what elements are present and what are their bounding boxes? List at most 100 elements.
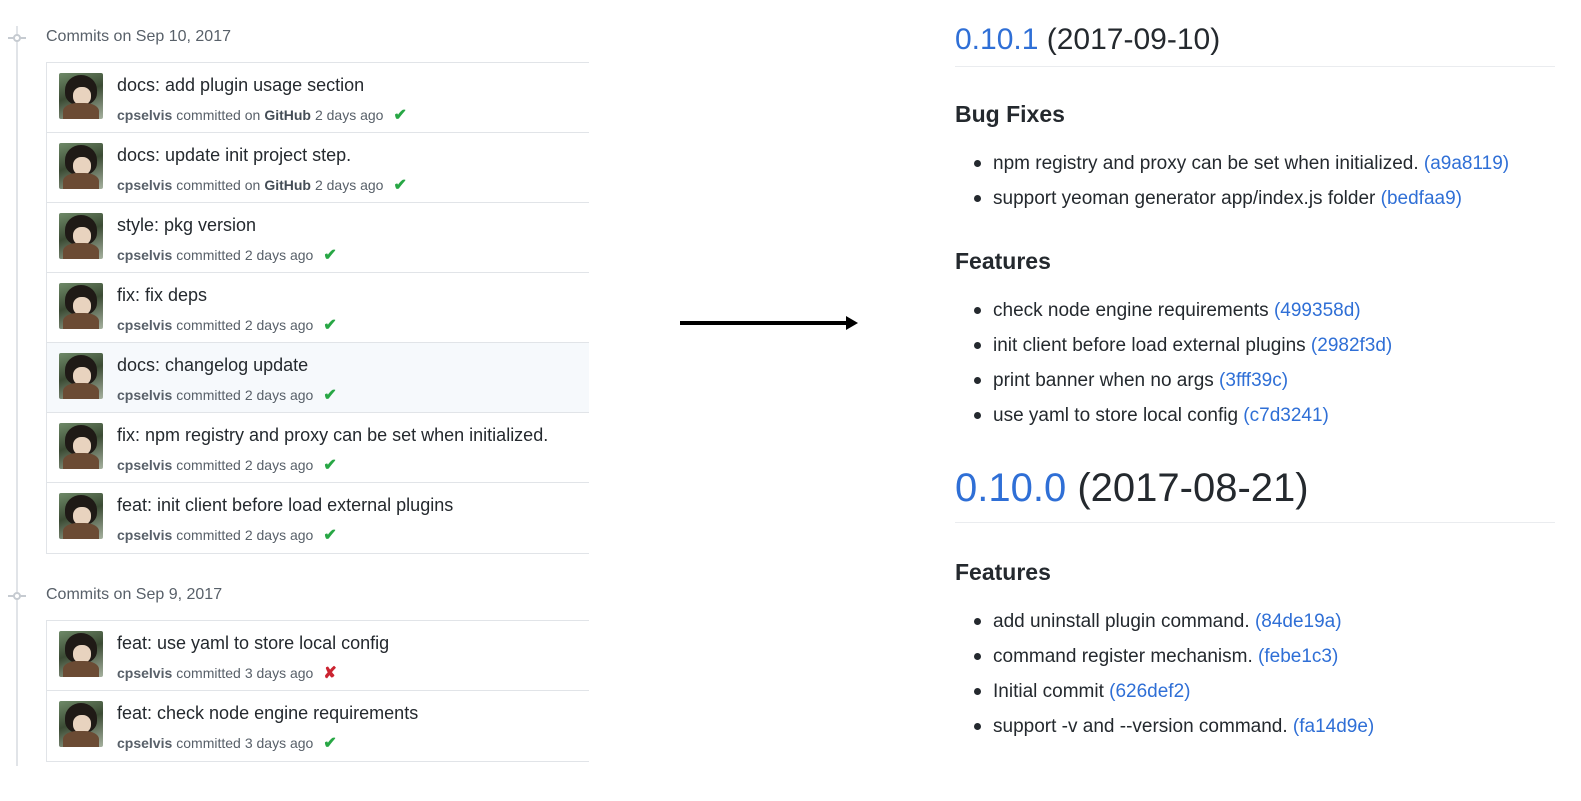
commit-row[interactable]: feat: use yaml to store local config cps…	[47, 621, 589, 691]
commit-row[interactable]: fix: npm registry and proxy can be set w…	[47, 413, 589, 483]
commit-row[interactable]: docs: add plugin usage section cpselvis …	[47, 63, 589, 133]
commit-hash-link[interactable]: (626def2)	[1109, 681, 1190, 702]
commit-row[interactable]: feat: check node engine requirements cps…	[47, 691, 589, 761]
commit-action: committed on	[176, 177, 261, 193]
changelog-entry: print banner when no args (3fff39c)	[955, 363, 1392, 398]
commit-message-link[interactable]: docs: changelog update	[117, 355, 308, 376]
commit-author-link[interactable]: cpselvis	[117, 387, 172, 403]
commit-row[interactable]: feat: init client before load external p…	[47, 483, 589, 553]
commit-hash-link[interactable]: (fa14d9e)	[1293, 716, 1374, 737]
commit-message-link[interactable]: feat: check node engine requirements	[117, 703, 418, 724]
entry-text: add uninstall plugin command.	[993, 611, 1255, 632]
commit-list: feat: use yaml to store local config cps…	[46, 620, 589, 762]
changelog-entry: add uninstall plugin command. (84de19a)	[955, 604, 1374, 639]
commit-author-link[interactable]: cpselvis	[117, 527, 172, 543]
commit-time: 3 days ago	[244, 735, 314, 751]
commit-action: committed	[176, 317, 241, 333]
status-check-icon[interactable]: ✔	[323, 245, 336, 265]
release-date: (2017-09-10)	[1038, 23, 1221, 56]
commit-time: 2 days ago	[314, 107, 384, 123]
changelog-entry: use yaml to store local config (c7d3241)	[955, 398, 1392, 433]
entry-text: support yeoman generator app/index.js fo…	[993, 188, 1381, 209]
commit-hash-link[interactable]: (499358d)	[1274, 300, 1361, 321]
status-check-icon[interactable]: ✔	[323, 455, 336, 475]
entry-text: init client before load external plugins	[993, 335, 1311, 356]
entry-text: npm registry and proxy can be set when i…	[993, 153, 1424, 174]
release-version-link[interactable]: 0.10.1	[955, 23, 1038, 56]
avatar[interactable]	[59, 493, 103, 539]
commit-group-header: Commits on Sep 9, 2017	[0, 582, 600, 610]
commit-time: 2 days ago	[244, 457, 314, 473]
changelog-entry: check node engine requirements (499358d)	[955, 293, 1392, 328]
section-heading: Bug Fixes	[955, 101, 1065, 127]
commit-meta: cpselvis committed on GitHub 2 days ago …	[117, 105, 407, 125]
commit-row[interactable]: docs: update init project step. cpselvis…	[47, 133, 589, 203]
release-version-link[interactable]: 0.10.0	[955, 466, 1066, 510]
status-fail-icon[interactable]: ✘	[323, 663, 336, 683]
status-check-icon[interactable]: ✔	[323, 315, 336, 335]
commit-meta: cpselvis committed 2 days ago ✔	[117, 455, 337, 475]
avatar[interactable]	[59, 283, 103, 329]
commit-hash-link[interactable]: (2982f3d)	[1311, 335, 1392, 356]
commit-group-header: Commits on Sep 10, 2017	[0, 24, 600, 52]
status-check-icon[interactable]: ✔	[393, 105, 406, 125]
commit-hash-link[interactable]: (84de19a)	[1255, 611, 1342, 632]
changelog-entry: Initial commit (626def2)	[955, 674, 1374, 709]
right-arrow-icon	[680, 316, 860, 330]
changelog-entry: init client before load external plugins…	[955, 328, 1392, 363]
commit-hash-link[interactable]: (c7d3241)	[1243, 405, 1329, 426]
commit-row[interactable]: fix: fix deps cpselvis committed 2 days …	[47, 273, 589, 343]
commit-author-link[interactable]: cpselvis	[117, 457, 172, 473]
status-check-icon[interactable]: ✔	[323, 733, 336, 753]
commit-message-link[interactable]: fix: fix deps	[117, 285, 207, 306]
commit-meta: cpselvis committed 2 days ago ✔	[117, 315, 337, 335]
commit-message-link[interactable]: fix: npm registry and proxy can be set w…	[117, 425, 548, 446]
commit-meta: cpselvis committed 2 days ago ✔	[117, 245, 337, 265]
entry-list: check node engine requirements (499358d)…	[955, 293, 1392, 433]
commit-hash-link[interactable]: (febe1c3)	[1258, 646, 1338, 667]
commit-author-link[interactable]: cpselvis	[117, 247, 172, 263]
status-check-icon[interactable]: ✔	[323, 525, 336, 545]
commit-message-link[interactable]: style: pkg version	[117, 215, 256, 236]
commit-author-link[interactable]: cpselvis	[117, 317, 172, 333]
release-heading: 0.10.1 (2017-09-10)	[955, 0, 1555, 67]
changelog-entry: command register mechanism. (febe1c3)	[955, 639, 1374, 674]
avatar[interactable]	[59, 213, 103, 259]
commit-author-link[interactable]: cpselvis	[117, 177, 172, 193]
avatar[interactable]	[59, 143, 103, 189]
changelog-entry: npm registry and proxy can be set when i…	[955, 146, 1509, 181]
status-check-icon[interactable]: ✔	[323, 385, 336, 405]
entry-text: use yaml to store local config	[993, 405, 1244, 426]
commit-row[interactable]: docs: changelog update cpselvis committe…	[47, 343, 589, 413]
commit-meta: cpselvis committed 3 days ago ✘	[117, 663, 337, 683]
commit-hash-link[interactable]: (3fff39c)	[1219, 370, 1288, 391]
commit-author-link[interactable]: cpselvis	[117, 107, 172, 123]
avatar[interactable]	[59, 73, 103, 119]
commit-author-link[interactable]: cpselvis	[117, 665, 172, 681]
commit-message-link[interactable]: feat: init client before load external p…	[117, 495, 453, 516]
commit-action: committed	[176, 665, 241, 681]
status-check-icon[interactable]: ✔	[393, 175, 406, 195]
commit-message-link[interactable]: docs: update init project step.	[117, 145, 351, 166]
commit-message-link[interactable]: feat: use yaml to store local config	[117, 633, 389, 654]
avatar[interactable]	[59, 701, 103, 747]
commit-list: docs: add plugin usage section cpselvis …	[46, 62, 589, 554]
commit-row[interactable]: style: pkg version cpselvis committed 2 …	[47, 203, 589, 273]
commit-node-icon	[8, 590, 26, 602]
entry-list: add uninstall plugin command. (84de19a) …	[955, 604, 1374, 744]
commit-hash-link[interactable]: (bedfaa9)	[1381, 188, 1462, 209]
commit-message-link[interactable]: docs: add plugin usage section	[117, 75, 364, 96]
commit-time: 2 days ago	[244, 317, 314, 333]
commit-time: 2 days ago	[244, 247, 314, 263]
entry-text: support -v and --version command.	[993, 716, 1293, 737]
avatar[interactable]	[59, 353, 103, 399]
avatar[interactable]	[59, 631, 103, 677]
commit-time: 3 days ago	[244, 665, 314, 681]
commit-time: 2 days ago	[244, 527, 314, 543]
commit-author-link[interactable]: cpselvis	[117, 735, 172, 751]
commit-hash-link[interactable]: (a9a8119)	[1424, 153, 1509, 174]
timeline-line	[16, 26, 18, 766]
avatar[interactable]	[59, 423, 103, 469]
commit-action: committed	[176, 387, 241, 403]
commit-action: committed	[176, 247, 241, 263]
